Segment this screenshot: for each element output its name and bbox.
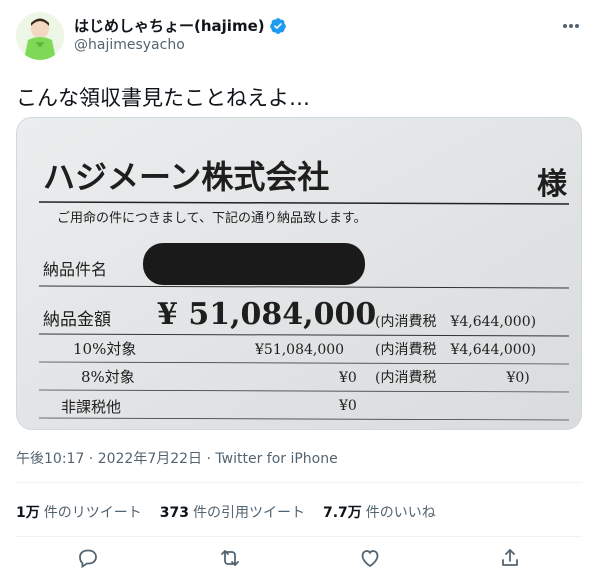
receipt-nontax-amount: ¥0 — [338, 398, 357, 414]
receipt-row8-tax: (内消費税 ¥0) — [375, 370, 530, 386]
like-icon[interactable] — [358, 546, 382, 570]
redacted-item-name — [143, 243, 365, 285]
receipt-amount: ¥ 51,084,000 — [157, 297, 376, 332]
share-icon[interactable] — [498, 546, 522, 570]
retweet-icon[interactable] — [218, 546, 242, 570]
like-count-value: 7.7万 — [322, 505, 362, 521]
receipt-company: ハジメーン株式会社 — [43, 158, 329, 196]
receipt-photo: ハジメーン株式会社 様 ご用命の件につきまして、下記の通り納品致します。 納品件… — [17, 118, 581, 429]
tweet-timestamp[interactable]: 午後10:17 · 2022年7月22日 · — [16, 451, 215, 467]
verified-badge-icon — [269, 17, 286, 34]
display-name-text[interactable]: はじめしゃちょー(hajime) — [74, 15, 265, 36]
tweet-media-image[interactable]: ハジメーン株式会社 様 ご用命の件につきまして、下記の通り納品致します。 納品件… — [16, 117, 582, 430]
receipt-intro: ご用命の件につきまして、下記の通り納品致します。 — [57, 210, 367, 226]
avatar[interactable] — [16, 12, 64, 60]
like-count[interactable]: 7.7万 件のいいね — [323, 502, 436, 522]
receipt-row10-tax: (内消費税 ¥4,644,000) — [375, 342, 536, 358]
divider — [16, 482, 582, 483]
tweet-text: こんな領収書見たことねえよ… — [16, 86, 310, 110]
avatar-image — [16, 12, 64, 60]
tweet-meta: 午後10:17 · 2022年7月22日 · Twitter for iPhon… — [16, 448, 338, 468]
receipt-row8-amount: ¥0 — [338, 370, 357, 386]
tweet-source[interactable]: Twitter for iPhone — [215, 451, 337, 467]
quote-count-label: 件の引用ツイート — [192, 505, 305, 521]
receipt-honorific: 様 — [537, 167, 568, 202]
retweet-count-value: 1万 — [16, 505, 40, 521]
quote-tweet-count[interactable]: 373 件の引用ツイート — [160, 502, 305, 522]
display-name[interactable]: はじめしゃちょー(hajime) — [74, 15, 287, 36]
more-options-icon[interactable] — [556, 14, 586, 38]
receipt-row8-label: 8%対象 — [81, 368, 135, 386]
tweet-stats: 1万 件のリツイート 373 件の引用ツイート 7.7万 件のいいね — [16, 502, 436, 522]
retweet-count[interactable]: 1万 件のリツイート — [16, 502, 142, 522]
like-count-label: 件のいいね — [365, 505, 436, 521]
receipt-amount-label: 納品金額 — [43, 310, 111, 330]
quote-count-value: 373 — [159, 505, 189, 521]
user-handle[interactable]: @hajimesyacho — [74, 37, 185, 53]
divider — [16, 536, 582, 537]
retweet-count-label: 件のリツイート — [43, 505, 142, 521]
receipt-nontax-label: 非課税他 — [61, 398, 121, 416]
reply-icon[interactable] — [76, 546, 100, 570]
receipt-row10-amount: ¥51,084,000 — [254, 342, 344, 358]
receipt-amount-tax: (内消費税 ¥4,644,000) — [375, 314, 536, 330]
tweet-actions — [0, 542, 598, 576]
receipt-row10-label: 10%対象 — [73, 340, 136, 358]
receipt-item-name-label: 納品件名 — [43, 260, 107, 279]
tweet-header: はじめしゃちょー(hajime) @hajimesyacho — [0, 0, 598, 70]
